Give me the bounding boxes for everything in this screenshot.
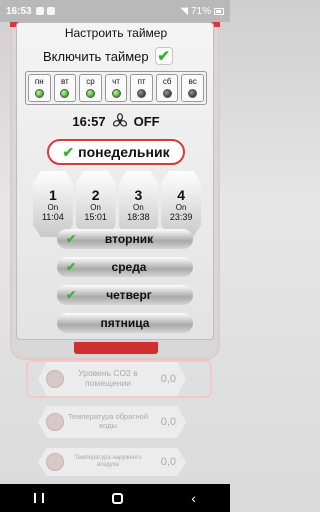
- timer-slot-3[interactable]: 3 On 18:38: [118, 171, 159, 237]
- thermometer-icon: [46, 453, 64, 471]
- dialog-confirm-button[interactable]: [74, 342, 158, 354]
- status-led-icon: [111, 89, 121, 98]
- back-icon[interactable]: ‹: [191, 491, 196, 505]
- status-led-icon: [137, 89, 147, 98]
- enable-timer-label: Включить таймер: [43, 48, 149, 64]
- home-icon[interactable]: [112, 492, 124, 504]
- weekday-sat[interactable]: сб: [155, 74, 179, 102]
- card-value: 0,0: [160, 373, 176, 385]
- weekday-label: пт: [137, 77, 146, 86]
- notification-icon: [35, 7, 44, 15]
- fan-state: OFF: [133, 113, 160, 129]
- card-label: Температура обратной воды: [67, 412, 149, 430]
- weekday-label: вс: [188, 77, 197, 86]
- day-button-label: вторник: [104, 232, 154, 246]
- slot-state: On: [175, 202, 187, 212]
- slot-time: 11:04: [41, 211, 64, 222]
- slot-number: 2: [91, 186, 100, 203]
- status-led-icon: [85, 89, 95, 98]
- day-button-tuesday[interactable]: ✔ вторник: [57, 229, 193, 249]
- checkmark-icon: ✔: [157, 47, 170, 65]
- battery-text: 71%: [190, 5, 211, 17]
- slot-time: 15:01: [84, 211, 107, 222]
- weekday-label: вт: [60, 77, 69, 86]
- selected-day-button[interactable]: ✔ понедельник: [47, 139, 185, 165]
- weekday-mon[interactable]: пн: [28, 74, 51, 102]
- slot-time: 23:39: [169, 211, 193, 222]
- current-time: 16:57: [72, 113, 106, 129]
- weekday-thu[interactable]: чт: [104, 74, 128, 102]
- outdoor-air-card[interactable]: Температура наружного воздуха 0,0: [38, 448, 186, 476]
- day-button-label: четверг: [106, 288, 152, 302]
- enable-timer-row[interactable]: Включить таймер ✔: [43, 47, 173, 65]
- status-led-icon: [162, 89, 172, 98]
- weekday-label: ср: [86, 77, 95, 86]
- navigation-bar: ‹: [0, 484, 230, 512]
- co2-icon: [46, 370, 64, 388]
- card-value: 0,0: [160, 416, 176, 428]
- slot-state: On: [90, 202, 101, 212]
- slot-time: 18:38: [127, 211, 150, 222]
- weekday-tue[interactable]: вт: [53, 74, 77, 102]
- day-button-label: пятница: [100, 316, 150, 330]
- wifi-icon: ◥: [180, 5, 188, 17]
- weekday-fri[interactable]: пт: [130, 74, 153, 102]
- slot-state: On: [133, 202, 144, 212]
- slot-number: 1: [48, 186, 57, 203]
- status-time: 16:53: [6, 5, 32, 17]
- status-led-icon: [34, 89, 44, 98]
- weekday-selector: пн вт ср чт пт сб вс: [25, 71, 207, 105]
- slot-number: 3: [134, 186, 143, 203]
- co2-card[interactable]: Уровень CO2 в помещении 0,0: [38, 362, 186, 396]
- thermometer-icon: [46, 413, 64, 431]
- weekday-sun[interactable]: вс: [181, 74, 205, 102]
- day-button-thursday[interactable]: ✔ четверг: [57, 285, 193, 305]
- day-button-friday[interactable]: пятница: [57, 313, 193, 333]
- dialog-title: Настроить таймер: [64, 26, 168, 40]
- timer-slot-2[interactable]: 2 On 15:01: [75, 171, 116, 237]
- battery-icon: [214, 7, 224, 15]
- checkmark-icon: ✔: [65, 260, 77, 274]
- timer-slots: 1 On 11:04 2 On 15:01 3 On 18:38 4 On 23…: [33, 171, 201, 237]
- status-led-icon: [60, 89, 70, 98]
- checkmark-icon: ✔: [65, 288, 77, 302]
- card-label: Температура наружного воздуха: [74, 455, 142, 468]
- checkmark-icon: ✔: [62, 143, 75, 160]
- slot-state: On: [47, 202, 59, 212]
- status-led-icon: [188, 89, 198, 98]
- weekday-label: сб: [162, 77, 172, 86]
- day-button-label: среда: [111, 260, 147, 274]
- timer-dialog: Настроить таймер Включить таймер ✔ пн вт…: [16, 22, 214, 340]
- timer-slot-4[interactable]: 4 On 23:39: [161, 171, 201, 237]
- timer-slot-1[interactable]: 1 On 11:04: [33, 171, 73, 237]
- weekday-label: чт: [112, 77, 120, 86]
- slot-number: 4: [177, 186, 186, 203]
- status-bar: 16:53 ◥ 71%: [0, 0, 230, 22]
- whatsapp-icon: [46, 7, 55, 15]
- weekday-label: пн: [34, 77, 44, 86]
- return-water-card[interactable]: Температура обратной воды 0,0: [38, 406, 186, 438]
- fan-icon: [112, 113, 127, 127]
- enable-timer-checkbox[interactable]: ✔: [154, 47, 173, 65]
- weekday-wed[interactable]: ср: [79, 74, 102, 102]
- day-button-wednesday[interactable]: ✔ среда: [57, 257, 193, 277]
- clock-row: 16:57 OFF: [17, 113, 215, 129]
- card-value: 0,0: [160, 456, 176, 468]
- selected-day-label: понедельник: [78, 144, 170, 160]
- card-label: Уровень CO2 в помещении: [78, 368, 138, 388]
- recent-apps-icon[interactable]: [34, 493, 45, 503]
- checkmark-icon: ✔: [65, 232, 77, 246]
